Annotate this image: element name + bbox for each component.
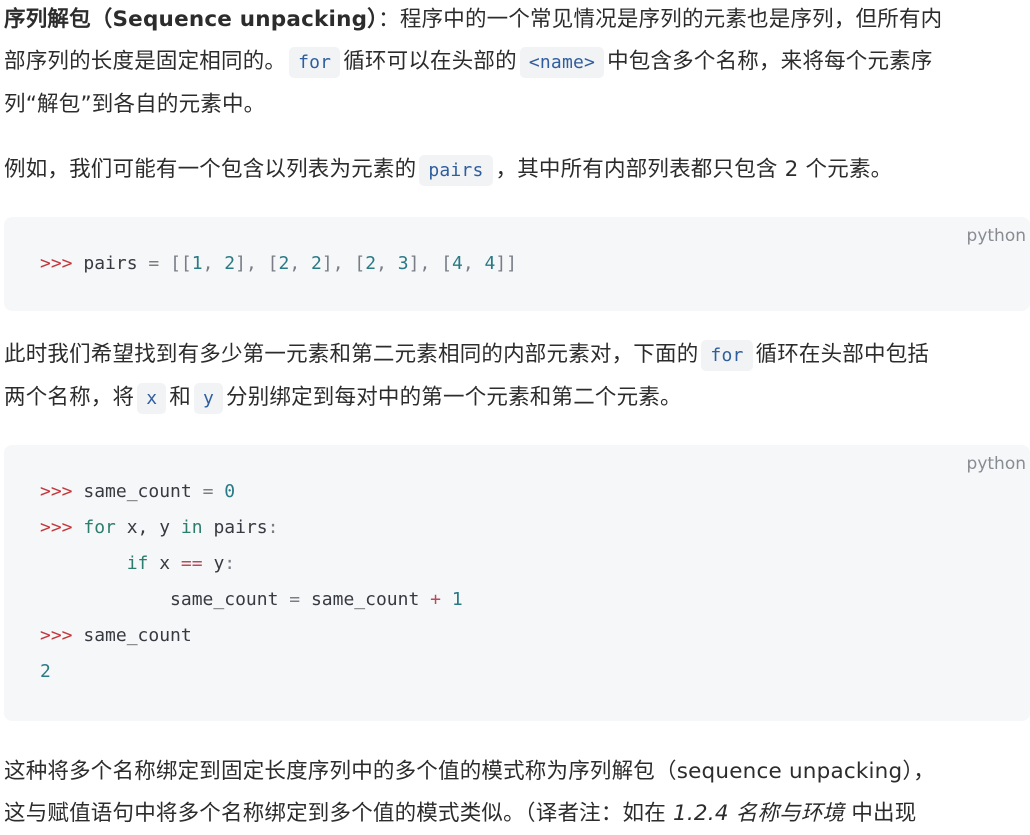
code-language-label: python	[966, 454, 1026, 474]
inline-code-pairs: pairs	[419, 155, 493, 186]
paragraph-sequence-unpacking-intro: 序列解包（Sequence unpacking）：程序中的一个常见情况是序列的元…	[4, 7, 943, 117]
inline-code-name: <name>	[519, 47, 605, 78]
code-content: >>> pairs = [[1, 2], [2, 2], [2, 3], [4,…	[40, 253, 518, 274]
inline-code-y: y	[193, 383, 223, 414]
code-block-pairs[interactable]: python >>> pairs = [[1, 2], [2, 2], [2, …	[4, 217, 1030, 311]
inline-code-x: x	[137, 383, 167, 414]
term-sequence-unpacking: 序列解包（Sequence unpacking）	[4, 7, 379, 32]
document: 序列解包（Sequence unpacking）：程序中的一个常见情况是序列的元…	[4, 0, 1030, 835]
paragraph-pairs-example: 例如，我们可能有一个包含以列表为元素的 pairs ，其中所有内部列表都只包含 2 …	[4, 149, 1030, 192]
reference-section-1-2-4[interactable]: 1.2.4 名称与环境	[673, 801, 844, 826]
inline-code-for: for	[289, 47, 341, 78]
paragraph-sequence-unpacking-definition: 这种将多个名称绑定到固定长度序列中的多个值的模式称为序列解包（sequence …	[4, 759, 935, 826]
inline-code-for: for	[701, 340, 753, 371]
paragraph-for-loop-unpacking: 此时我们希望找到有多少第一元素和第二元素相同的内部元素对，下面的 for 循环在头部…	[4, 334, 1030, 420]
code-block-same-count[interactable]: python >>> same_count = 0 >>> for x, y i…	[4, 445, 1030, 721]
code-language-label: python	[966, 226, 1026, 246]
code-content: >>> same_count = 0 >>> for x, y in pairs…	[40, 481, 463, 682]
